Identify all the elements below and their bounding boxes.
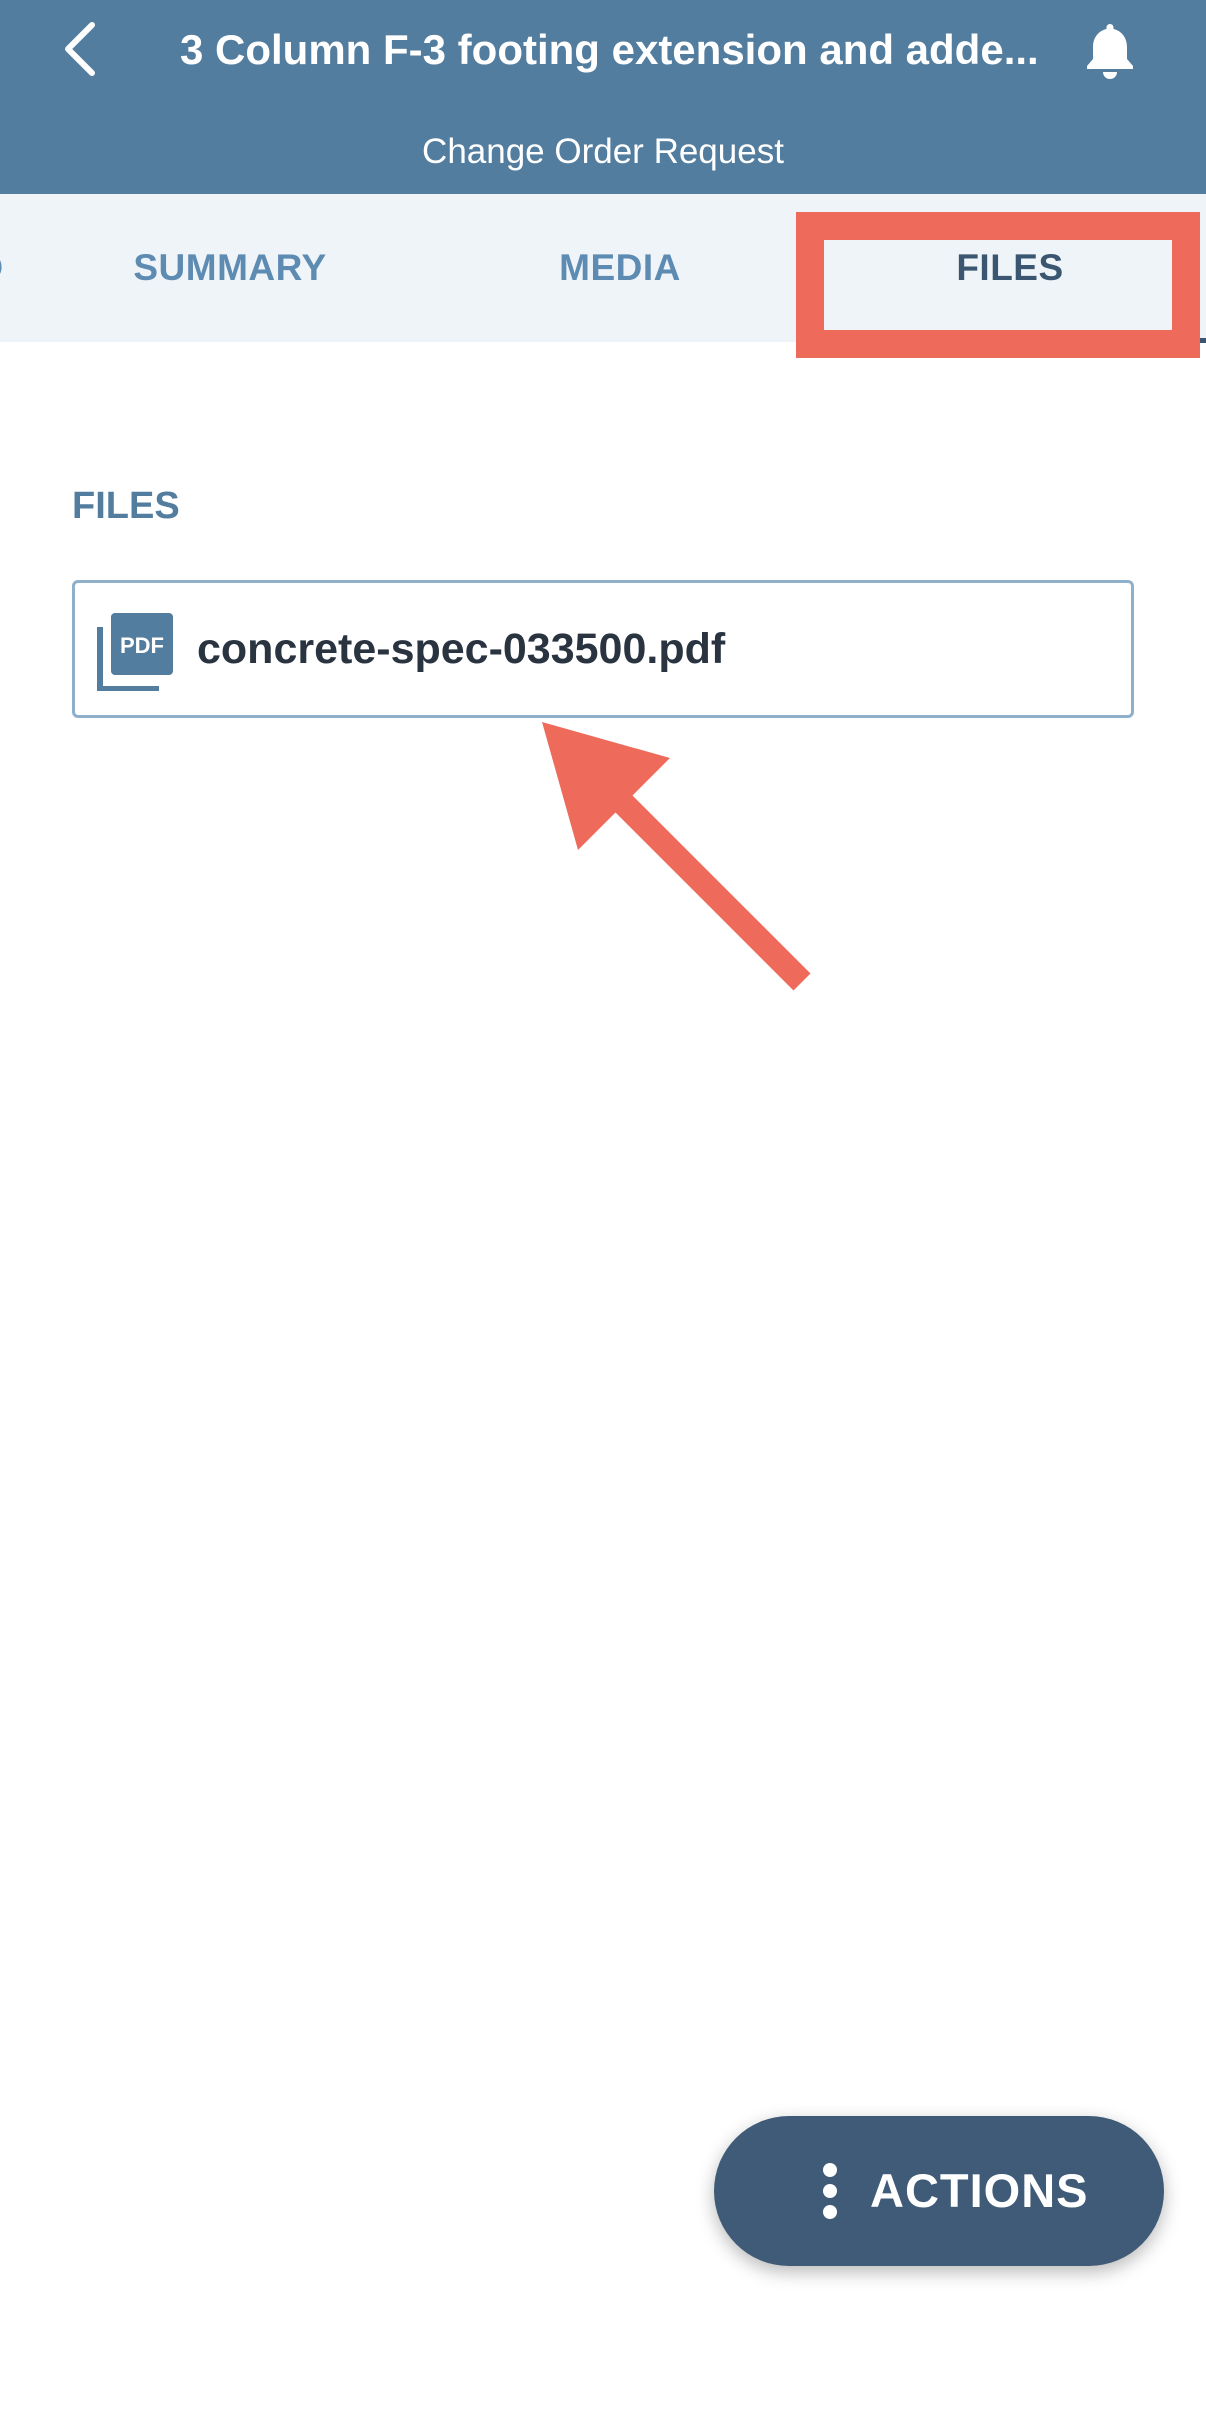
tab-media[interactable]: MEDIA — [470, 194, 770, 342]
back-button[interactable] — [50, 14, 110, 84]
files-section-label: FILES — [72, 485, 180, 527]
active-tab-indicator — [1196, 338, 1206, 343]
pdf-icon-label: PDF — [120, 633, 164, 658]
tab-files[interactable]: FILES — [820, 194, 1200, 342]
pdf-icon: PDF — [97, 613, 173, 691]
file-name: concrete-spec-033500.pdf — [197, 625, 726, 673]
notifications-button[interactable] — [1080, 16, 1140, 84]
page-subtitle: Change Order Request — [422, 132, 784, 171]
annotation-arrow — [542, 722, 811, 991]
actions-button[interactable]: ACTIONS — [714, 2116, 1164, 2266]
app-header: 3 Column F-3 footing extension and adde.… — [0, 0, 1206, 194]
tab-partial[interactable]: D — [0, 194, 20, 342]
actions-label: ACTIONS — [870, 2164, 1089, 2217]
file-list-item[interactable]: PDF concrete-spec-033500.pdf — [72, 580, 1134, 718]
bell-icon — [1087, 24, 1133, 79]
tab-bar: D SUMMARY MEDIA FILES — [0, 194, 1206, 342]
tab-summary[interactable]: SUMMARY — [80, 194, 380, 342]
page-title: 3 Column F-3 footing extension and adde.… — [180, 26, 1039, 73]
more-vertical-icon — [823, 2163, 837, 2219]
chevron-left-icon — [65, 22, 95, 76]
